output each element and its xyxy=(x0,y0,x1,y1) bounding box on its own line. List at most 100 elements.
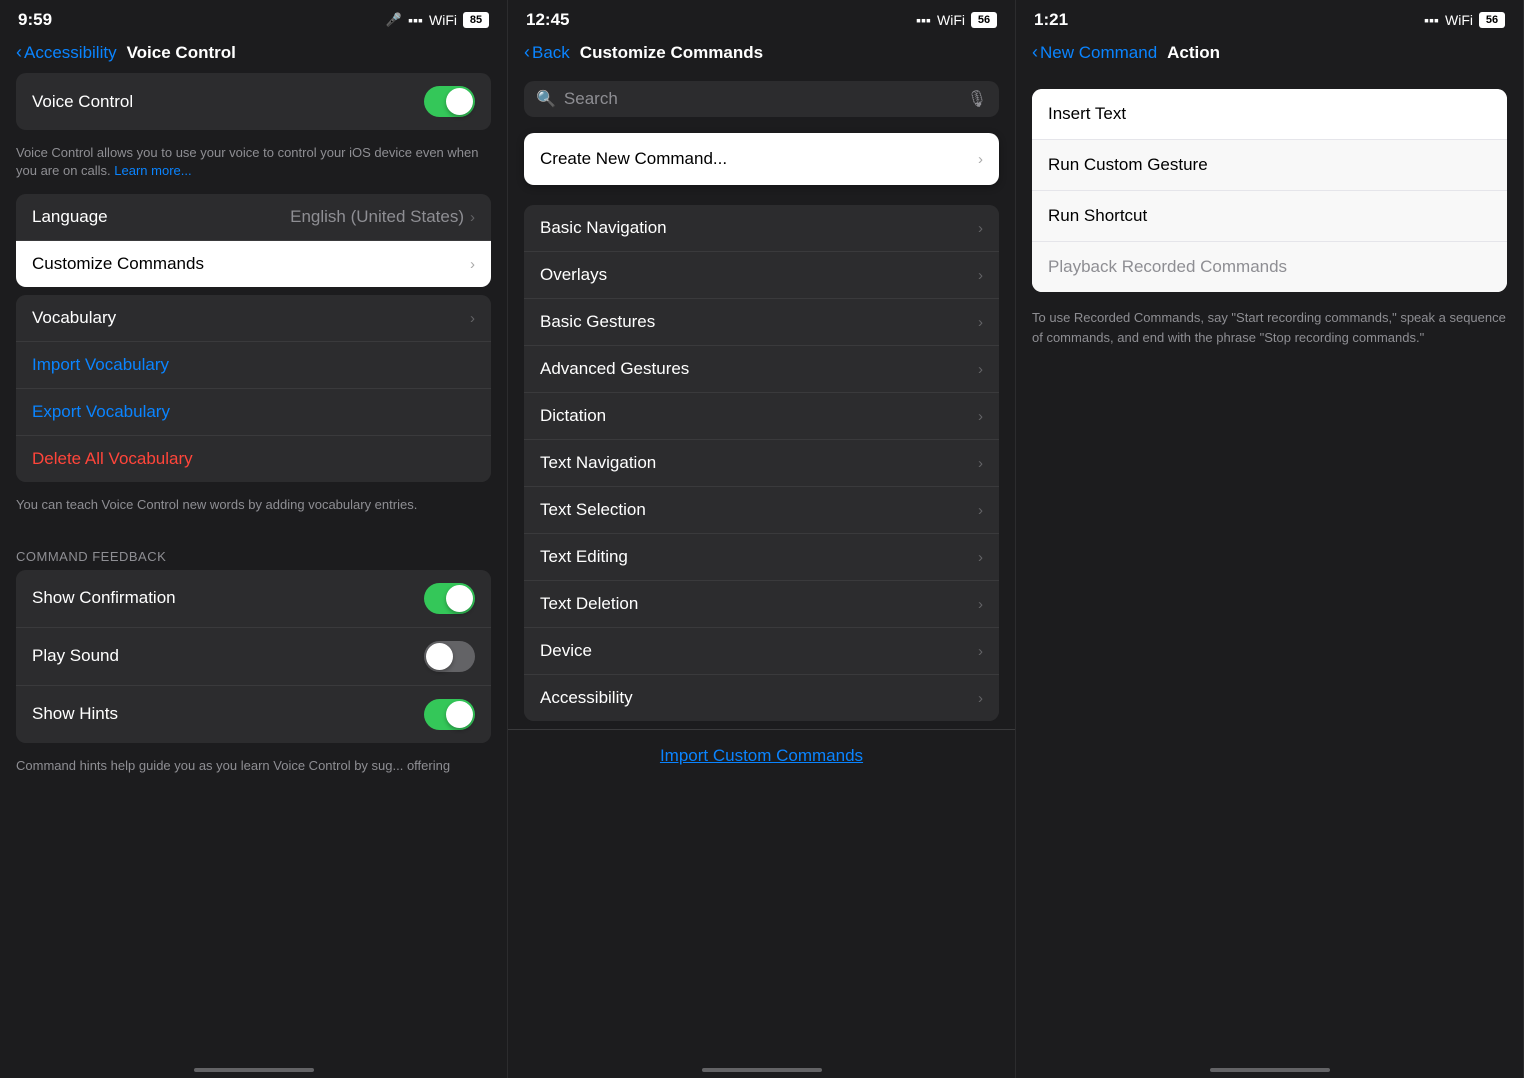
nav-bar-2: ‹ Back Customize Commands xyxy=(508,36,1015,73)
signal-icon-1: ▪▪▪ xyxy=(408,12,423,28)
basic-navigation-row[interactable]: Basic Navigation › xyxy=(524,205,999,252)
overlays-row[interactable]: Overlays › xyxy=(524,252,999,299)
command-feedback-header: COMMAND FEEDBACK xyxy=(0,529,507,570)
device-row[interactable]: Device › xyxy=(524,628,999,675)
basic-gestures-row[interactable]: Basic Gestures › xyxy=(524,299,999,346)
overlays-chevron: › xyxy=(978,267,983,284)
hints-desc: Command hints help guide you as you lear… xyxy=(0,751,507,789)
status-bar-3: 1:21 ▪▪▪ WiFi 56 xyxy=(1016,0,1523,36)
wifi-icon-1: WiFi xyxy=(429,12,457,28)
playback-desc: To use Recorded Commands, say "Start rec… xyxy=(1016,300,1523,363)
back-label-3: New Command xyxy=(1040,43,1157,63)
status-time-3: 1:21 xyxy=(1034,10,1068,30)
voice-control-toggle[interactable] xyxy=(424,86,475,117)
search-icon: 🔍 xyxy=(536,89,556,109)
accessibility-label: Accessibility xyxy=(540,688,633,708)
accessibility-row[interactable]: Accessibility › xyxy=(524,675,999,721)
play-sound-row[interactable]: Play Sound xyxy=(16,628,491,686)
text-edit-chevron: › xyxy=(978,549,983,566)
voice-control-desc: Voice Control allows you to use your voi… xyxy=(0,138,507,194)
toggle-knob-sc xyxy=(446,585,473,612)
search-bar[interactable]: 🔍 🎙 xyxy=(524,81,999,117)
text-editing-row[interactable]: Text Editing › xyxy=(524,534,999,581)
nav-title-1: Voice Control xyxy=(127,43,236,63)
delete-vocabulary-row[interactable]: Delete All Vocabulary xyxy=(16,436,491,482)
vocabulary-row[interactable]: Vocabulary › xyxy=(16,295,491,342)
mic-icon: 🎙 xyxy=(967,89,987,109)
panel-content-1: Voice Control Voice Control allows you t… xyxy=(0,73,507,1054)
customize-commands-row[interactable]: Customize Commands › xyxy=(16,241,491,287)
text-deletion-label: Text Deletion xyxy=(540,594,638,614)
home-indicator-1 xyxy=(0,1054,507,1078)
text-del-chevron: › xyxy=(978,596,983,613)
home-bar-1 xyxy=(194,1068,314,1072)
status-icons-1: 🎤 ▪▪▪ WiFi 85 xyxy=(386,12,489,28)
run-custom-gesture-label: Run Custom Gesture xyxy=(1048,155,1208,175)
back-button-2[interactable]: ‹ Back xyxy=(524,42,570,63)
show-confirmation-row[interactable]: Show Confirmation xyxy=(16,570,491,628)
home-bar-2 xyxy=(702,1068,822,1072)
text-selection-label: Text Selection xyxy=(540,500,646,520)
run-shortcut-row[interactable]: Run Shortcut xyxy=(1032,191,1507,242)
basic-nav-chevron: › xyxy=(978,220,983,237)
create-new-command-button[interactable]: Create New Command... › xyxy=(524,133,999,185)
voice-control-row[interactable]: Voice Control xyxy=(16,73,491,130)
basic-gestures-label: Basic Gestures xyxy=(540,312,655,332)
back-button-1[interactable]: ‹ Accessibility xyxy=(16,42,117,63)
show-confirmation-toggle[interactable] xyxy=(424,583,475,614)
advanced-gestures-label: Advanced Gestures xyxy=(540,359,689,379)
status-icons-3: ▪▪▪ WiFi 56 xyxy=(1424,12,1505,28)
battery-2: 56 xyxy=(971,12,997,28)
toggle-knob-vc xyxy=(446,88,473,115)
dictation-label: Dictation xyxy=(540,406,606,426)
export-vocabulary-label: Export Vocabulary xyxy=(32,402,170,422)
home-indicator-3 xyxy=(1016,1054,1523,1078)
delete-vocabulary-label: Delete All Vocabulary xyxy=(32,449,193,469)
basic-gestures-chevron: › xyxy=(978,314,983,331)
search-input[interactable] xyxy=(564,89,959,109)
wifi-icon-3: WiFi xyxy=(1445,12,1473,28)
playback-recorded-row[interactable]: Playback Recorded Commands xyxy=(1032,242,1507,292)
text-deletion-row[interactable]: Text Deletion › xyxy=(524,581,999,628)
run-shortcut-label: Run Shortcut xyxy=(1048,206,1147,226)
run-custom-gesture-row[interactable]: Run Custom Gesture xyxy=(1032,140,1507,191)
text-navigation-label: Text Navigation xyxy=(540,453,656,473)
text-navigation-row[interactable]: Text Navigation › xyxy=(524,440,999,487)
nav-title-2: Customize Commands xyxy=(580,43,763,63)
vocab-chevron: › xyxy=(470,310,475,327)
create-btn-label: Create New Command... xyxy=(540,149,727,169)
panel-customize-commands: 12:45 ▪▪▪ WiFi 56 ‹ Back Customize Comma… xyxy=(508,0,1016,1078)
import-custom-commands-link[interactable]: Import Custom Commands xyxy=(508,729,1015,782)
wifi-icon-2: WiFi xyxy=(937,12,965,28)
text-editing-label: Text Editing xyxy=(540,547,628,567)
vocabulary-label: Vocabulary xyxy=(32,308,116,328)
text-nav-chevron: › xyxy=(978,455,983,472)
language-chevron: › xyxy=(470,209,475,226)
back-label-1: Accessibility xyxy=(24,43,117,63)
battery-3: 56 xyxy=(1479,12,1505,28)
insert-text-row[interactable]: Insert Text xyxy=(1032,89,1507,140)
play-sound-toggle[interactable] xyxy=(424,641,475,672)
text-selection-row[interactable]: Text Selection › xyxy=(524,487,999,534)
commands-list: Basic Navigation › Overlays › Basic Gest… xyxy=(524,205,999,721)
back-arrow-3: ‹ xyxy=(1032,42,1038,63)
show-confirmation-label: Show Confirmation xyxy=(32,588,176,608)
toggle-knob-ps xyxy=(426,643,453,670)
status-bar-1: 9:59 🎤 ▪▪▪ WiFi 85 xyxy=(0,0,507,36)
import-vocabulary-row[interactable]: Import Vocabulary xyxy=(16,342,491,389)
back-arrow-1: ‹ xyxy=(16,42,22,63)
advanced-gestures-row[interactable]: Advanced Gestures › xyxy=(524,346,999,393)
vocabulary-group: Vocabulary › Import Vocabulary Export Vo… xyxy=(16,295,491,482)
back-arrow-2: ‹ xyxy=(524,42,530,63)
language-row[interactable]: Language English (United States) › xyxy=(16,194,491,241)
show-hints-row[interactable]: Show Hints xyxy=(16,686,491,743)
back-button-3[interactable]: ‹ New Command xyxy=(1032,42,1157,63)
device-chevron: › xyxy=(978,643,983,660)
show-hints-toggle[interactable] xyxy=(424,699,475,730)
panel-voice-control: 9:59 🎤 ▪▪▪ WiFi 85 ‹ Accessibility Voice… xyxy=(0,0,508,1078)
insert-text-label: Insert Text xyxy=(1048,104,1126,124)
status-time-1: 9:59 xyxy=(18,10,52,30)
export-vocabulary-row[interactable]: Export Vocabulary xyxy=(16,389,491,436)
learn-more-link[interactable]: Learn more... xyxy=(114,163,191,178)
dictation-row[interactable]: Dictation › xyxy=(524,393,999,440)
